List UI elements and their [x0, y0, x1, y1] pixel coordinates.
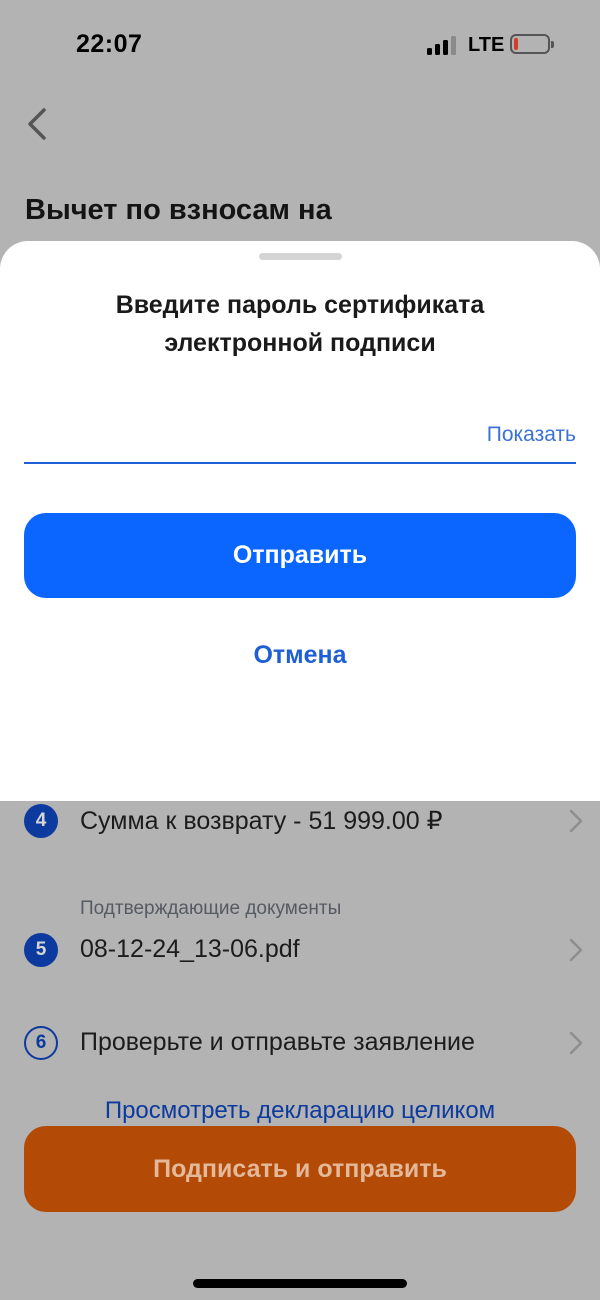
- cellular-signal-icon: [427, 35, 459, 55]
- chevron-right-icon: [568, 1030, 584, 1056]
- cancel-button[interactable]: Отмена: [200, 635, 400, 675]
- submit-button[interactable]: Отправить: [24, 513, 576, 598]
- step-review-submit[interactable]: 6 Проверьте и отправьте заявление: [24, 1026, 584, 1066]
- home-indicator: [193, 1279, 407, 1288]
- step-number-badge: 4: [24, 804, 58, 838]
- view-declaration-link[interactable]: Просмотреть декларацию целиком: [0, 1097, 600, 1125]
- password-input[interactable]: [24, 417, 464, 459]
- step-refund-amount[interactable]: 4 Сумма к возврату - 51 999.00 ₽: [24, 804, 584, 844]
- step-label: Сумма к возврату - 51 999.00 ₽: [80, 807, 443, 835]
- sheet-drag-handle[interactable]: [259, 253, 342, 260]
- step-number-badge: 5: [24, 933, 58, 967]
- back-button[interactable]: [22, 104, 58, 144]
- sheet-title-line2: электронной подписи: [164, 329, 436, 357]
- battery-low-icon: [510, 34, 554, 54]
- show-password-button[interactable]: Показать: [487, 423, 576, 447]
- sheet-title-line1: Введите пароль сертификата: [115, 291, 485, 319]
- sheet-title: Введите пароль сертификата электронной п…: [60, 286, 540, 362]
- password-bottom-sheet: Введите пароль сертификата электронной п…: [0, 241, 600, 801]
- sign-and-send-button[interactable]: Подписать и отправить: [24, 1126, 576, 1212]
- password-field: Показать: [24, 417, 576, 464]
- chevron-right-icon: [568, 937, 584, 963]
- chevron-right-icon: [568, 808, 584, 834]
- network-type: LTE: [468, 34, 505, 56]
- step-caption: Подтверждающие документы: [80, 898, 342, 919]
- step-label: Проверьте и отправьте заявление: [80, 1028, 475, 1056]
- chevron-left-icon: [28, 108, 46, 140]
- step-label: 08-12-24_13-06.pdf: [80, 935, 300, 963]
- step-number-badge: 6: [24, 1026, 58, 1060]
- step-documents[interactable]: 5 08-12-24_13-06.pdf: [24, 933, 584, 973]
- status-time: 22:07: [76, 30, 143, 58]
- page-title: Вычет по взносам на: [25, 194, 332, 226]
- status-bar: 22:07 LTE: [0, 0, 600, 90]
